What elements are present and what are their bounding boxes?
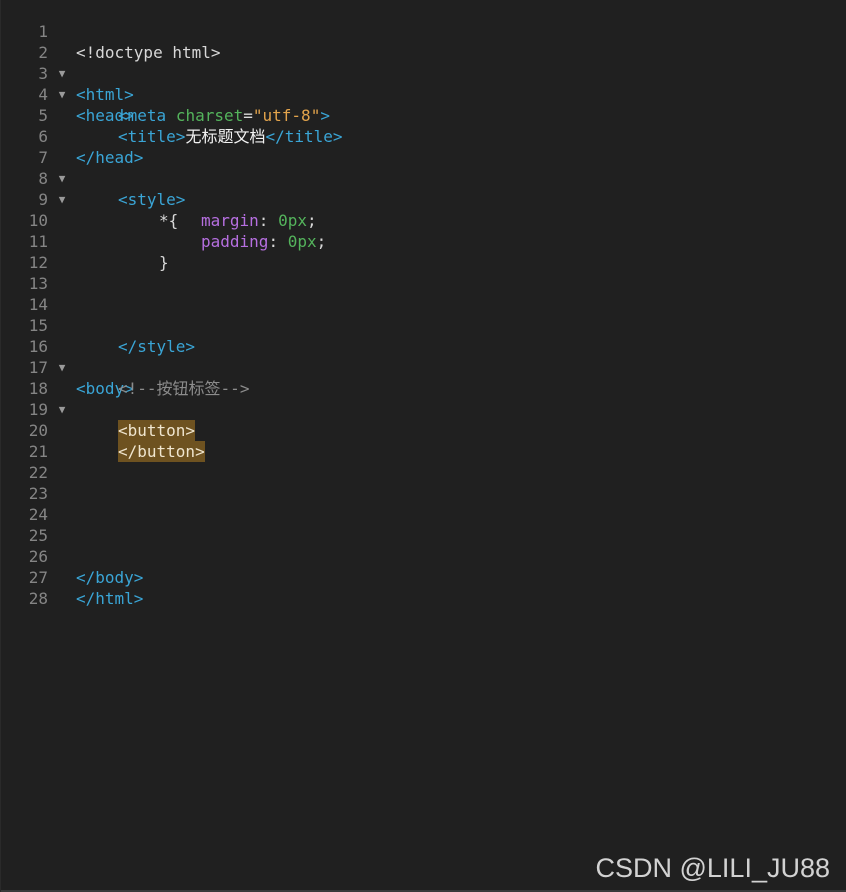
code-line-9[interactable]: 9 margin: 0px; xyxy=(1,168,846,230)
code-line-26[interactable]: 26 </body> xyxy=(1,525,846,587)
code-line-6[interactable]: 6 </head> xyxy=(1,105,846,167)
code-line-24[interactable]: 24 xyxy=(1,483,846,524)
code-line-19[interactable]: 19 xyxy=(1,378,846,419)
code-line-15[interactable]: 15 </style> xyxy=(1,294,846,356)
code-line-27[interactable]: 27 </html> xyxy=(1,546,846,608)
code-line-10[interactable]: 10 padding: 0px; xyxy=(1,189,846,251)
code-line-5[interactable]: 5 <title>无标题文档</title> xyxy=(1,84,846,146)
code-line-13[interactable]: 13 xyxy=(1,252,846,293)
line-number: 28 xyxy=(28,589,48,608)
code-line-22[interactable]: 22 xyxy=(1,441,846,482)
code-line-1[interactable]: 1 <!doctype html> xyxy=(1,0,846,62)
code-line-2[interactable]: 2 ▼ <html> xyxy=(1,21,846,104)
code-editor[interactable]: 1 <!doctype html> 2 ▼ <html> 3 ▼ <head> … xyxy=(0,0,846,892)
code-line-23[interactable]: 23 xyxy=(1,462,846,503)
watermark: CSDN @LILI_JU88 xyxy=(595,853,831,883)
code-line-14[interactable]: 14 xyxy=(1,273,846,314)
code-line-7[interactable]: 7 ▼ <style> xyxy=(1,126,846,209)
code-line-16[interactable]: 16 ▼ <body> xyxy=(1,315,846,398)
code-line-8[interactable]: 8 ▼ *{ xyxy=(1,147,846,230)
code-line-3[interactable]: 3 ▼ <head> xyxy=(1,42,846,125)
code-line-4[interactable]: 4 <meta charset="utf-8"> xyxy=(1,63,846,125)
code-line-21[interactable]: 21 xyxy=(1,420,846,461)
code-line-28[interactable]: 28 xyxy=(1,567,846,608)
code-line-17[interactable]: 17 <!--按钮标签--> xyxy=(1,336,846,398)
html-close-tag: </html> xyxy=(76,589,144,608)
code-line-25[interactable]: 25 xyxy=(1,504,846,545)
code-line-18[interactable]: 18 ▼ <button> xyxy=(1,357,846,441)
code-line-11[interactable]: 11 } xyxy=(1,210,846,272)
code-line-12[interactable]: 12 xyxy=(1,231,846,272)
code-line-20[interactable]: 20 </button> xyxy=(1,399,846,462)
